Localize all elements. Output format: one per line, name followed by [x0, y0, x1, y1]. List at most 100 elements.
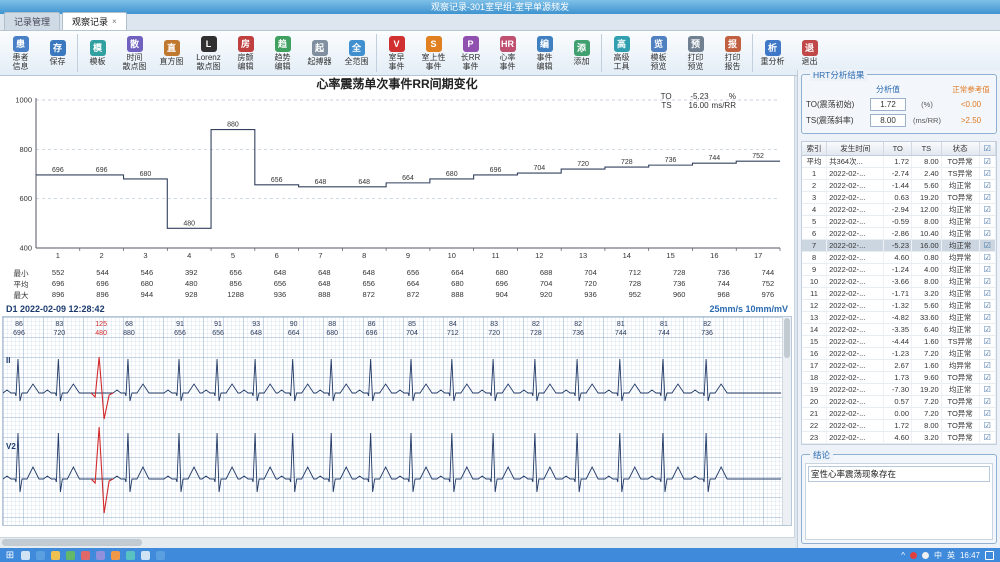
exit-button[interactable]: 退退出 [791, 33, 828, 74]
table-row[interactable]: 202022-02-...0.577.20TO异常☑ [802, 396, 996, 408]
long-rr-event-button[interactable]: P长RR 事件 [452, 33, 489, 74]
hr-event-button[interactable]: HR心率 事件 [489, 33, 526, 74]
reanalyze-button[interactable]: 析重分析 [754, 33, 791, 74]
table-row[interactable]: 162022-02-...-1.237.20均正常☑ [802, 348, 996, 360]
svpb-event-button[interactable]: S室上性 事件 [415, 33, 452, 74]
ecg-horizontal-scrollbar[interactable] [0, 537, 795, 548]
table-row[interactable]: 平均共364次...1.728.00TO异常☑ [802, 156, 996, 168]
table-header-1[interactable]: 发生时间 [827, 142, 884, 156]
table-row[interactable]: 152022-02-...-4.441.60TS异常☑ [802, 336, 996, 348]
table-row[interactable]: 182022-02-...1.739.60TO异常☑ [802, 372, 996, 384]
table-row[interactable]: 102022-02-...-3.668.00均正常☑ [802, 276, 996, 288]
taskbar-app-icon-2[interactable] [51, 551, 60, 560]
cell-checkbox[interactable]: ☑ [979, 228, 995, 240]
cell-checkbox[interactable]: ☑ [979, 240, 995, 252]
ime-language-cn[interactable]: 中 [934, 550, 942, 561]
cell-checkbox[interactable]: ☑ [979, 216, 995, 228]
cell-checkbox[interactable]: ☑ [979, 384, 995, 396]
cell-checkbox[interactable]: ☑ [979, 288, 995, 300]
table-row[interactable]: 192022-02-...-7.3019.20均正常☑ [802, 384, 996, 396]
cell-checkbox[interactable]: ☑ [979, 408, 995, 420]
lorenz-scatter-button[interactable]: LLorenz 散点图 [190, 33, 227, 74]
histogram-button[interactable]: 直直方图 [153, 33, 190, 74]
cell-checkbox[interactable]: ☑ [979, 192, 995, 204]
tab-close-icon[interactable]: × [112, 17, 117, 26]
print-preview-button[interactable]: 预打印 预览 [677, 33, 714, 74]
table-header-0[interactable]: 索引 [802, 142, 827, 156]
table-row[interactable]: 92022-02-...-1.244.00均正常☑ [802, 264, 996, 276]
taskbar-app-icon-7[interactable] [126, 551, 135, 560]
cell-checkbox[interactable]: ☑ [979, 348, 995, 360]
table-row[interactable]: 112022-02-...-1.713.20均正常☑ [802, 288, 996, 300]
table-row[interactable]: 42022-02-...-2.9412.00均正常☑ [802, 204, 996, 216]
table-row[interactable]: 12022-02-...-2.742.40TS异常☑ [802, 168, 996, 180]
taskbar-app-icon-9[interactable] [156, 551, 165, 560]
table-row[interactable]: 122022-02-...-1.325.60均正常☑ [802, 300, 996, 312]
taskbar-app-icon-8[interactable] [141, 551, 150, 560]
notification-icon[interactable] [985, 551, 994, 560]
cell-checkbox[interactable]: ☑ [979, 372, 995, 384]
table-row[interactable]: 142022-02-...-3.356.40均正常☑ [802, 324, 996, 336]
pvc-event-button[interactable]: V室早 事件 [378, 33, 415, 74]
hrt-row-value[interactable]: 1.72 [870, 98, 906, 111]
cell-checkbox[interactable]: ☑ [979, 336, 995, 348]
cell-checkbox[interactable]: ☑ [979, 420, 995, 432]
add-button[interactable]: 添添加 [563, 33, 600, 74]
scroll-thumb[interactable] [2, 539, 142, 546]
cell-checkbox[interactable]: ☑ [979, 324, 995, 336]
patient-info-button[interactable]: 患患者 信息 [2, 33, 39, 74]
table-row[interactable]: 72022-02-...-5.2316.00均正常☑ [802, 240, 996, 252]
table-row[interactable]: 52022-02-...-0.598.00均正常☑ [802, 216, 996, 228]
table-row[interactable]: 132022-02-...-4.8233.60均正常☑ [802, 312, 996, 324]
taskbar-app-icon-0[interactable] [21, 551, 30, 560]
cell-checkbox[interactable]: ☑ [979, 312, 995, 324]
ecg-vertical-scrollbar[interactable] [782, 317, 791, 525]
pacemaker-button[interactable]: 起起搏器 [301, 33, 338, 74]
tab-record-management[interactable]: 记录管理 [4, 12, 60, 30]
template-preview-button[interactable]: 览模板 预览 [640, 33, 677, 74]
cell-checkbox[interactable]: ☑ [979, 156, 995, 168]
table-row[interactable]: 172022-02-...2.671.60均异常☑ [802, 360, 996, 372]
table-row[interactable]: 82022-02-...4.600.80均异常☑ [802, 252, 996, 264]
ime-language-en[interactable]: 英 [947, 550, 955, 561]
tab-observe-record[interactable]: 观察记录 × [62, 12, 127, 30]
scroll-thumb[interactable] [784, 318, 790, 358]
cell-checkbox[interactable]: ☑ [979, 180, 995, 192]
cell-checkbox[interactable]: ☑ [979, 432, 995, 444]
save-button[interactable]: 存保存 [39, 33, 76, 74]
full-range-button[interactable]: 全全范围 [338, 33, 375, 74]
clock[interactable]: 16:47 [960, 551, 980, 560]
event-edit-button[interactable]: 编事件 编辑 [526, 33, 563, 74]
tray-chevron-icon[interactable]: ^ [901, 551, 905, 560]
af-edit-button[interactable]: 房房颤 编辑 [227, 33, 264, 74]
advanced-tools-button[interactable]: 高高级 工具 [603, 33, 640, 74]
table-row[interactable]: 62022-02-...-2.8610.40均正常☑ [802, 228, 996, 240]
cell-checkbox[interactable]: ☑ [979, 264, 995, 276]
table-header-3[interactable]: TS [912, 142, 942, 156]
taskbar-app-icon-1[interactable] [36, 551, 45, 560]
ecg-strip[interactable]: IIV2866968372012548068880916569165693648… [2, 316, 792, 526]
table-row[interactable]: 22022-02-...-1.445.60均正常☑ [802, 180, 996, 192]
cell-checkbox[interactable]: ☑ [979, 276, 995, 288]
trend-edit-button[interactable]: 趋趋势 编辑 [264, 33, 301, 74]
print-report-button[interactable]: 报打印 报告 [714, 33, 751, 74]
table-row[interactable]: 32022-02-...0.6319.20TO异常☑ [802, 192, 996, 204]
time-scatter-button[interactable]: 散时间 散点图 [116, 33, 153, 74]
table-row[interactable]: 232022-02-...4.603.20TO异常☑ [802, 432, 996, 444]
table-row[interactable]: 222022-02-...1.728.00TO异常☑ [802, 420, 996, 432]
cell-checkbox[interactable]: ☑ [979, 360, 995, 372]
taskbar-app-icon-3[interactable] [66, 551, 75, 560]
table-row[interactable]: 212022-02-...0.007.20TO异常☑ [802, 408, 996, 420]
taskbar-app-icon-4[interactable] [81, 551, 90, 560]
tray-red-icon[interactable] [910, 552, 917, 559]
conclusion-box[interactable]: 室性心率震荡现象存在 [805, 463, 993, 540]
taskbar-app-icon-5[interactable] [96, 551, 105, 560]
tray-white-icon[interactable] [922, 552, 929, 559]
table-header-4[interactable]: 状态 [941, 142, 979, 156]
cell-checkbox[interactable]: ☑ [979, 300, 995, 312]
hrt-row-value[interactable]: 8.00 [870, 114, 906, 127]
start-button[interactable]: ⊞ [2, 550, 18, 561]
cell-checkbox[interactable]: ☑ [979, 396, 995, 408]
table-header-2[interactable]: TO [884, 142, 912, 156]
taskbar-app-icon-6[interactable] [111, 551, 120, 560]
